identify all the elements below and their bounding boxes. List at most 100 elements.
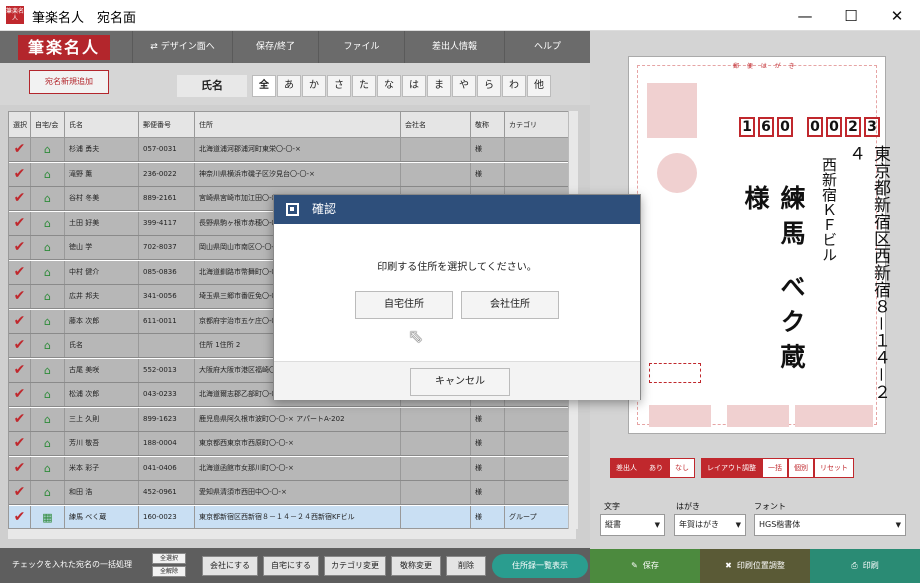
column-header[interactable]: 自宅/会 (31, 112, 65, 138)
column-header[interactable]: 会社名 (401, 112, 471, 138)
company-cell (401, 162, 471, 186)
sender-area-1 (649, 405, 711, 427)
change-category-button[interactable]: カテゴリ変更 (324, 556, 386, 576)
name-cell: 米本 彩子 (65, 456, 139, 480)
zip-cell: 085-0836 (139, 260, 195, 284)
kana-tab[interactable]: や (452, 75, 476, 97)
menu-save-exit[interactable]: 保存/終了 (232, 31, 318, 63)
column-header[interactable]: 選択 (9, 112, 31, 138)
zip-cell (139, 334, 195, 357)
minimize-icon[interactable]: — (782, 0, 828, 31)
column-header[interactable]: カテゴリ (505, 112, 575, 138)
cancel-button[interactable]: キャンセル (410, 368, 510, 396)
table-row[interactable]: ✔ ▦ 練馬 べく蔵 160-0023 東京都新宿区西新宿８－１４－２４西新宿KFビル 様… (9, 505, 575, 528)
company-address-button[interactable]: 会社住所 (461, 291, 559, 319)
postcard-type-select[interactable]: 年賀はがき ▼ (674, 514, 746, 536)
menu-help[interactable]: ヘルプ (504, 31, 590, 63)
add-address-button[interactable]: 宛名新規追加 (29, 70, 109, 94)
zip-separator (796, 117, 806, 137)
kana-tab[interactable]: か (302, 75, 326, 97)
close-icon[interactable]: ✕ (874, 0, 920, 31)
show-address-list-button[interactable]: 住所録一覧表示 (492, 554, 588, 578)
font-select[interactable]: HGS楷書体 ▼ (754, 514, 906, 536)
column-header[interactable]: 郵便番号 (139, 112, 195, 138)
kana-tab[interactable]: 他 (527, 75, 551, 97)
make-company-button[interactable]: 会社にする (202, 556, 258, 576)
kana-tab[interactable]: は (402, 75, 426, 97)
checkbox-icon[interactable]: ✔ (9, 456, 31, 480)
honorific-cell: 様 (471, 138, 505, 161)
checkbox-icon[interactable]: ✔ (9, 162, 31, 186)
toolbar: 宛名新規追加 ▶ 氏名 全あかさたなはまやらわ他 (0, 63, 590, 105)
checkbox-icon[interactable]: ✔ (9, 383, 31, 406)
print-position-button[interactable]: ✖ 印刷位置調整 (700, 549, 810, 583)
make-home-button[interactable]: 自宅にする (263, 556, 319, 576)
column-header[interactable]: 氏名 (65, 112, 139, 138)
deselect-all-button[interactable]: 全解除 (152, 566, 186, 577)
hagaki-label: はがき (676, 502, 700, 511)
checkbox-icon[interactable]: ✔ (9, 236, 31, 259)
zip-digit: 2 (845, 117, 861, 137)
writing-direction-select[interactable]: 縦書 ▼ (600, 514, 665, 536)
table-row[interactable]: ✔ ⌂ 和田 浩 452-0961 愛知県清須市西田中〇-〇-× 様 (9, 481, 575, 505)
checkbox-icon[interactable]: ✔ (9, 211, 31, 235)
kana-tab[interactable]: さ (327, 75, 351, 97)
checkbox-icon[interactable]: ✔ (9, 432, 31, 455)
print-button[interactable]: ⎙ 印刷 (810, 549, 920, 583)
column-header[interactable]: 敬称 (471, 112, 505, 138)
checkbox-icon[interactable]: ✔ (9, 138, 31, 161)
delete-button[interactable]: 削除 (446, 556, 486, 576)
name-cell: 藤本 次郎 (65, 309, 139, 333)
table-row[interactable]: ✔ ⌂ 米本 彩子 041-0406 北海道函館市女那川町〇-〇-× 様 (9, 456, 575, 481)
table-row[interactable]: ✔ ⌂ 芳川 敬吾 188-0004 東京都西東京市西原町〇-〇-× 様 (9, 432, 575, 456)
kana-tab[interactable]: な (377, 75, 401, 97)
name-cell: 氏名 (65, 334, 139, 357)
menu-file[interactable]: ファイル (318, 31, 404, 63)
table-horizontal-scrollbar[interactable] (8, 529, 576, 539)
layout-bulk-button[interactable]: 一括 (762, 458, 788, 478)
table-row[interactable]: ✔ ⌂ 三上 久則 899-1623 鹿児島県阿久根市波町〇-〇-× アパートA-202… (9, 407, 575, 432)
checkbox-icon[interactable]: ✔ (9, 309, 31, 333)
table-row[interactable]: ✔ ⌂ 滝野 薫 236-0022 神奈川県横浜市磯子区汐見台〇-〇-× 様 (9, 162, 575, 187)
checkbox-icon[interactable]: ✔ (9, 358, 31, 382)
checkbox-icon[interactable]: ✔ (9, 260, 31, 284)
category-cell (505, 163, 575, 186)
maximize-icon[interactable]: ☐ (828, 0, 874, 31)
checkbox-icon[interactable]: ✔ (9, 334, 31, 357)
checkbox-icon[interactable]: ✔ (9, 407, 31, 431)
layout-individual-button[interactable]: 個別 (788, 458, 814, 478)
kana-tab[interactable]: あ (277, 75, 301, 97)
save-button[interactable]: ✎ 保存 (590, 549, 700, 583)
kana-tab[interactable]: わ (502, 75, 526, 97)
checkbox-icon[interactable]: ✔ (9, 187, 31, 210)
kana-tab[interactable]: 全 (252, 75, 276, 97)
app-logo: 筆楽名人 (18, 35, 110, 60)
table-row[interactable]: ✔ ⌂ 杉浦 勇夫 057-0031 北海道浦河郡浦河町東栄〇-〇-× 様 (9, 138, 575, 162)
house-icon: ⌂ (31, 334, 65, 357)
select-all-button[interactable]: 全選択 (152, 553, 186, 564)
column-header[interactable]: 住所 (195, 112, 401, 138)
checkbox-icon[interactable]: ✔ (9, 505, 31, 528)
zip-cell: 702-8037 (139, 236, 195, 259)
change-honorific-button[interactable]: 敬称変更 (391, 556, 441, 576)
home-address-button[interactable]: 自宅住所 (355, 291, 453, 319)
kana-tab[interactable]: た (352, 75, 376, 97)
checkbox-icon[interactable]: ✔ (9, 285, 31, 308)
menu-sender-info[interactable]: 差出人情報 (404, 31, 504, 63)
company-cell (401, 407, 471, 431)
sender-yes-toggle[interactable]: あり (643, 458, 669, 478)
house-icon: ⌂ (31, 138, 65, 161)
sender-area-3 (795, 405, 873, 427)
checkbox-icon[interactable]: ✔ (9, 481, 31, 504)
kana-tab[interactable]: ま (427, 75, 451, 97)
company-cell (401, 138, 471, 161)
name-cell: 谷村 冬美 (65, 187, 139, 210)
honorific-cell: 様 (471, 505, 505, 528)
sender-no-toggle[interactable]: なし (669, 458, 695, 478)
action-bar: ✎ 保存 ✖ 印刷位置調整 ⎙ 印刷 (590, 549, 920, 583)
kana-tab[interactable]: ら (477, 75, 501, 97)
layout-reset-button[interactable]: リセット (814, 458, 854, 478)
postcard-type-value: 年賀はがき (679, 520, 719, 529)
address-cell: 神奈川県横浜市磯子区汐見台〇-〇-× (195, 162, 401, 186)
menu-design[interactable]: ⇄ デザイン面へ (132, 31, 232, 63)
